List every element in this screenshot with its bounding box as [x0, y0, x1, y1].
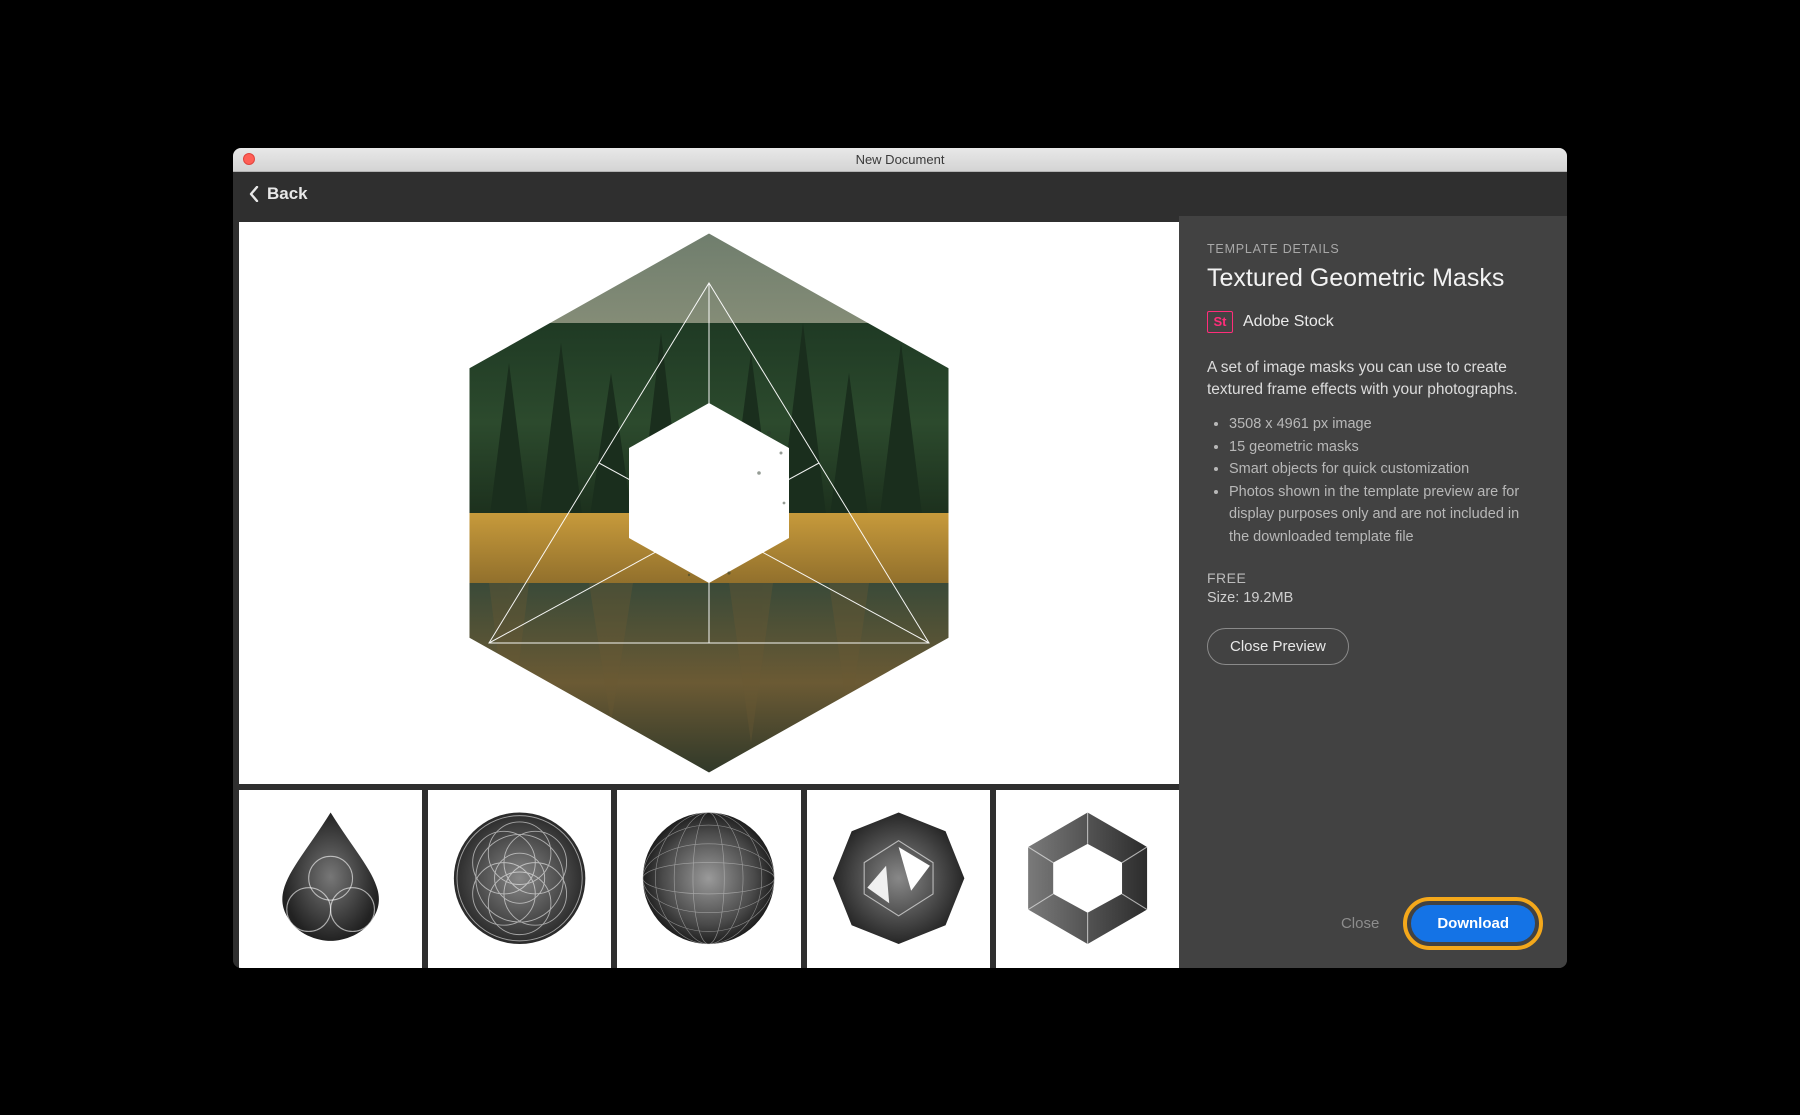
chevron-left-icon: [249, 186, 259, 202]
close-window-button[interactable]: [243, 153, 255, 165]
template-source[interactable]: St Adobe Stock: [1207, 311, 1539, 333]
thumbnail-3[interactable]: [617, 790, 800, 968]
topbar: Back: [233, 172, 1567, 216]
thumbnail-1[interactable]: [239, 790, 422, 968]
thumbnail-2[interactable]: [428, 790, 611, 968]
adobe-stock-icon: St: [1207, 311, 1233, 333]
close-preview-button[interactable]: Close Preview: [1207, 628, 1349, 665]
thumbnail-row: [239, 790, 1179, 968]
download-highlight: Download: [1403, 897, 1543, 950]
window-title: New Document: [233, 152, 1567, 167]
content-area: TEMPLATE DETAILS Textured Geometric Mask…: [233, 216, 1567, 968]
details-panel: TEMPLATE DETAILS Textured Geometric Mask…: [1179, 216, 1567, 968]
template-size: Size: 19.2MB: [1207, 590, 1539, 606]
template-price: FREE: [1207, 570, 1539, 586]
template-preview: [239, 222, 1179, 784]
close-button[interactable]: Close: [1335, 905, 1385, 942]
back-label: Back: [267, 184, 308, 204]
titlebar: New Document: [233, 148, 1567, 172]
feature-list: 3508 x 4961 px image 15 geometric masks …: [1229, 413, 1539, 548]
new-document-window: New Document Back: [233, 148, 1567, 968]
template-description: A set of image masks you can use to crea…: [1207, 357, 1539, 402]
footer-buttons: Close Download: [1335, 897, 1543, 950]
back-button[interactable]: Back: [249, 184, 308, 204]
download-button[interactable]: Download: [1411, 905, 1535, 942]
template-title: Textured Geometric Masks: [1207, 264, 1539, 293]
thumbnail-5[interactable]: [996, 790, 1179, 968]
feature-item: Smart objects for quick customization: [1229, 458, 1539, 480]
feature-item: Photos shown in the template preview are…: [1229, 481, 1539, 548]
preview-column: [233, 216, 1179, 968]
feature-item: 15 geometric masks: [1229, 436, 1539, 458]
thumbnail-4[interactable]: [807, 790, 990, 968]
preview-image: [429, 223, 989, 783]
feature-item: 3508 x 4961 px image: [1229, 413, 1539, 435]
window-controls: [233, 153, 255, 165]
details-heading: TEMPLATE DETAILS: [1207, 242, 1539, 256]
source-label: Adobe Stock: [1243, 313, 1334, 331]
